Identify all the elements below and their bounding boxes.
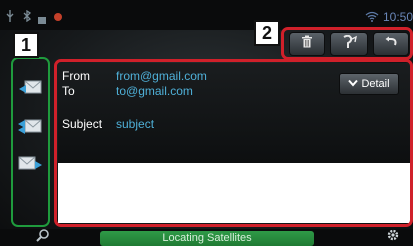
nav-status-bar[interactable]: Locating Satellites: [100, 231, 314, 246]
record-icon: [53, 9, 63, 27]
search-button[interactable]: [28, 229, 58, 246]
bluetooth-icon: [22, 9, 32, 27]
search-icon: [36, 228, 50, 246]
clock-time: 10:50: [382, 10, 413, 24]
status-bar: 10:50: [0, 0, 413, 30]
toolbar-highlight: [281, 27, 413, 60]
settings-gear-icon: [386, 228, 400, 246]
email-detail-screen: 10:50 From from@gmail.com To to@gmail.co…: [0, 0, 413, 246]
wifi-icon: [365, 9, 379, 27]
usb-icon: [6, 9, 14, 27]
callout-1: 1: [13, 32, 39, 58]
message-content-highlight: [54, 59, 413, 227]
side-buttons-highlight: [11, 57, 50, 227]
battery-icon: [38, 11, 46, 29]
settings-button[interactable]: [383, 229, 403, 246]
callout-2: 2: [254, 20, 280, 46]
